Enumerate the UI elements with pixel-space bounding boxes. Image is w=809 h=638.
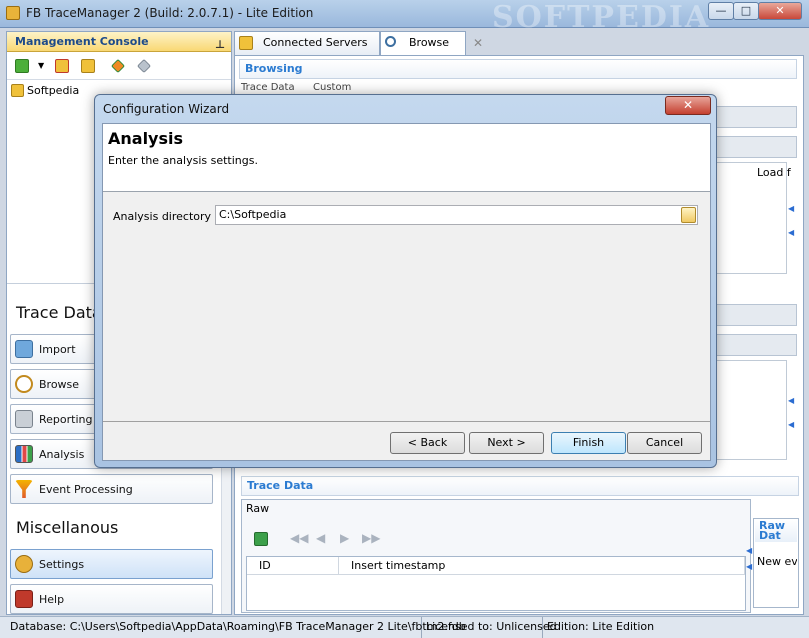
close-button[interactable]: ✕: [758, 2, 802, 20]
document-tabs: Connected Servers Browse ✕: [234, 31, 804, 55]
watermark: SOFTPEDIA: [492, 0, 711, 35]
next-record-icon[interactable]: ▶: [340, 531, 349, 545]
raw-data-side-text: New ev: [757, 555, 797, 568]
browse-sub-tabs: Trace Data Custom: [239, 82, 797, 94]
sub-tab-custom[interactable]: Custom: [313, 82, 351, 93]
browsing-header: Browsing: [239, 59, 797, 79]
tab-connected-servers[interactable]: Connected Servers: [234, 31, 380, 55]
nav-label: Reporting: [39, 412, 93, 426]
management-console-header: Management Console ⊥: [7, 32, 231, 52]
column-header-id[interactable]: ID: [247, 557, 339, 575]
nav-label: Help: [39, 592, 65, 606]
dialog-separator: [103, 421, 710, 422]
previous-record-icon[interactable]: ◀: [316, 531, 325, 545]
raw-data-side-header: Raw Dat: [755, 520, 797, 542]
scroll-left-arrow-icon[interactable]: ◀: [788, 228, 796, 237]
tree-item-label: Softpedia: [27, 84, 80, 97]
servers-icon: [239, 36, 253, 50]
status-license: Licensed to: Unlicensed: [422, 617, 557, 638]
raw-data-panel: Raw ◀◀ ◀ ▶ ▶▶ ID Insert timestamp: [241, 499, 751, 613]
browse-folder-icon[interactable]: [681, 207, 696, 223]
scroll-left-arrow-icon[interactable]: ◀: [788, 420, 796, 429]
tab-browse[interactable]: Browse ✕: [380, 31, 483, 55]
close-tab-icon[interactable]: ✕: [473, 32, 483, 54]
configuration-wizard-dialog: Configuration Wizard ✕ Analysis Enter th…: [94, 94, 717, 468]
next-button[interactable]: Next >: [469, 432, 544, 454]
disconnect-icon[interactable]: [136, 58, 152, 74]
status-database: Database: C:\Users\Softpedia\AppData\Roa…: [6, 617, 466, 638]
wizard-subheading: Enter the analysis settings.: [108, 154, 258, 167]
dropdown-arrow-icon[interactable]: ▼: [38, 61, 44, 70]
column-header-insert-timestamp[interactable]: Insert timestamp: [339, 557, 745, 575]
load-column-header: Load f: [757, 166, 791, 179]
first-record-icon[interactable]: ◀◀: [290, 531, 308, 545]
status-bar: Database: C:\Users\Softpedia\AppData\Roa…: [0, 616, 809, 638]
magnifier-icon: [385, 36, 396, 47]
funnel-icon: [15, 480, 33, 498]
app-icon: [6, 6, 20, 20]
scroll-left-arrow-icon[interactable]: ◀: [788, 396, 796, 405]
status-edition: Edition: Lite Edition: [547, 620, 655, 633]
refresh-icon[interactable]: [254, 532, 268, 546]
connect-icon[interactable]: [110, 58, 126, 74]
section-trace-data: Trace Data: [16, 303, 102, 322]
nav-label: Analysis: [39, 447, 85, 461]
title-bar: FB TraceManager 2 (Build: 2.0.7.1) - Lit…: [0, 0, 809, 35]
dialog-close-button[interactable]: ✕: [665, 96, 711, 115]
nav-event-processing-button[interactable]: Event Processing: [10, 474, 213, 504]
sub-tab-trace-data[interactable]: Trace Data: [241, 82, 295, 93]
dialog-title: Configuration Wizard: [103, 102, 230, 116]
magnifier-icon: [15, 375, 33, 393]
section-miscellaneous: Miscellanous: [16, 518, 119, 537]
window-title: FB TraceManager 2 (Build: 2.0.7.1) - Lit…: [26, 6, 314, 20]
raw-toolbar: ◀◀ ◀ ▶ ▶▶: [246, 528, 746, 552]
raw-data-table: ID Insert timestamp: [246, 556, 746, 611]
management-console-title: Management Console: [15, 35, 149, 48]
minimize-button[interactable]: —: [708, 2, 734, 20]
remove-server-icon[interactable]: [55, 59, 69, 73]
nav-settings-button[interactable]: Settings: [10, 549, 213, 579]
trace-data-header: Trace Data: [241, 476, 799, 496]
nav-label: Browse: [39, 377, 80, 391]
back-button[interactable]: < Back: [390, 432, 465, 454]
import-icon: [15, 340, 33, 358]
nav-help-button[interactable]: Help: [10, 584, 213, 614]
wizard-heading: Analysis: [108, 129, 184, 148]
analysis-directory-input[interactable]: C:\Softpedia: [215, 205, 698, 225]
wizard-header: Analysis Enter the analysis settings.: [103, 124, 710, 192]
maximize-button[interactable]: □: [733, 2, 759, 20]
dialog-body: Analysis Enter the analysis settings. An…: [102, 123, 711, 461]
settings-icon: [15, 555, 33, 573]
server-properties-icon[interactable]: [81, 59, 95, 73]
nav-label: Event Processing: [39, 482, 133, 496]
analysis-directory-label: Analysis directory: [113, 210, 212, 223]
raw-tab[interactable]: Raw: [246, 502, 269, 515]
tree-item-server[interactable]: Softpedia: [11, 84, 79, 97]
tab-label: Browse: [409, 36, 450, 49]
tab-label: Connected Servers: [263, 36, 368, 49]
add-server-icon[interactable]: [15, 59, 29, 73]
server-icon: [11, 84, 24, 97]
printer-icon: [15, 410, 33, 428]
nav-label: Settings: [39, 557, 85, 571]
raw-data-side-panel: Raw Dat New ev: [753, 518, 799, 608]
chart-icon: [15, 445, 33, 463]
scroll-left-arrow-icon[interactable]: ◀: [788, 204, 796, 213]
finish-button[interactable]: Finish: [551, 432, 626, 454]
console-toolbar: ▼: [7, 52, 231, 80]
cancel-button[interactable]: Cancel: [627, 432, 702, 454]
nav-label: Import: [39, 342, 76, 356]
last-record-icon[interactable]: ▶▶: [362, 531, 380, 545]
book-icon: [15, 590, 33, 608]
